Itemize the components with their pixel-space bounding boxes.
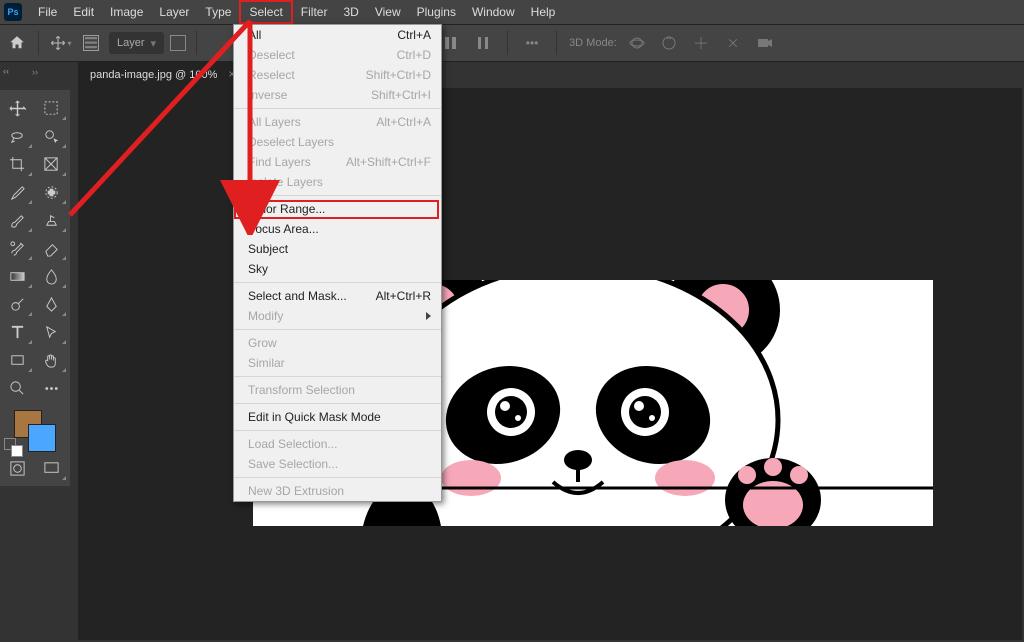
blur-tool[interactable] — [34, 262, 68, 290]
color-swatches[interactable] — [0, 408, 70, 454]
menuitem-subject[interactable]: Subject — [234, 239, 441, 259]
auto-select-icon[interactable] — [79, 31, 103, 55]
menu-image[interactable]: Image — [102, 0, 151, 24]
menu-view[interactable]: View — [367, 0, 409, 24]
dodge-tool[interactable] — [0, 290, 34, 318]
menu-help[interactable]: Help — [523, 0, 564, 24]
menuitem-sky[interactable]: Sky — [234, 259, 441, 279]
menu-edit[interactable]: Edit — [65, 0, 102, 24]
zoom-tool[interactable] — [0, 374, 34, 402]
menuitem-all-layers: All LayersAlt+Ctrl+A — [234, 112, 441, 132]
rect-marquee-tool[interactable] — [34, 94, 68, 122]
show-transform-checkbox[interactable] — [170, 35, 186, 51]
document-tab-title: panda-image.jpg @ 100% — [90, 69, 217, 81]
menu-3d[interactable]: 3D — [335, 0, 366, 24]
menuitem-focus-area[interactable]: Focus Area... — [234, 219, 441, 239]
3d-cam-icon[interactable] — [753, 31, 777, 55]
type-tool[interactable] — [0, 318, 34, 346]
menuitem-transform-selection: Transform Selection — [234, 380, 441, 400]
3d-pan-icon[interactable] — [689, 31, 713, 55]
history-brush-tool[interactable] — [0, 234, 34, 262]
home-icon[interactable] — [6, 32, 28, 54]
stage — [78, 88, 1022, 640]
document-tab-strip: panda-image.jpg @ 100% × — [78, 62, 241, 88]
toolbox — [0, 90, 70, 486]
menuitem-color-range[interactable]: Color Range... — [234, 199, 441, 219]
eraser-tool[interactable] — [34, 234, 68, 262]
menuitem-edit-in-quick-mask-mode[interactable]: Edit in Quick Mask Mode — [234, 407, 441, 427]
background-swatch[interactable] — [28, 424, 56, 452]
quick-select-tool[interactable] — [34, 122, 68, 150]
menuitem-isolate-layers: Isolate Layers — [234, 172, 441, 192]
align-icon-2[interactable] — [439, 31, 463, 55]
menuitem-inverse: InverseShift+Ctrl+I — [234, 85, 441, 105]
expand-handle[interactable]: ›› — [0, 66, 70, 78]
more-icon[interactable]: ••• — [520, 31, 544, 55]
edit-toolbar[interactable] — [34, 374, 68, 402]
app-logo: Ps — [4, 3, 22, 21]
mode-label: 3D Mode: — [569, 37, 617, 49]
menuitem-select-and-mask[interactable]: Select and Mask...Alt+Ctrl+R — [234, 286, 441, 306]
crop-tool[interactable] — [0, 150, 34, 178]
menuitem-similar: Similar — [234, 353, 441, 373]
menu-layer[interactable]: Layer — [151, 0, 197, 24]
pen-tool[interactable] — [34, 290, 68, 318]
menu-type[interactable]: Type — [197, 0, 239, 24]
menuitem-modify: Modify — [234, 306, 441, 326]
menu-select[interactable]: Select — [239, 0, 292, 24]
layer-select-pill[interactable]: Layer▾ — [109, 32, 164, 54]
menuitem-grow: Grow — [234, 333, 441, 353]
options-bar: ▾ Layer▾ ••• 3D Mode: — [0, 24, 1024, 62]
menuitem-deselect: DeselectCtrl+D — [234, 45, 441, 65]
menu-filter[interactable]: Filter — [293, 0, 336, 24]
menu-file[interactable]: File — [30, 0, 65, 24]
move-opt-icon[interactable]: ▾ — [49, 31, 73, 55]
spot-heal-tool[interactable] — [34, 178, 68, 206]
menuitem-all[interactable]: AllCtrl+A — [234, 25, 441, 45]
menubar: Ps FileEditImageLayerTypeSelectFilter3DV… — [0, 0, 1024, 24]
menuitem-reselect: ReselectShift+Ctrl+D — [234, 65, 441, 85]
menuitem-find-layers: Find LayersAlt+Shift+Ctrl+F — [234, 152, 441, 172]
move-tool[interactable] — [0, 94, 34, 122]
3d-orbit-icon[interactable] — [625, 31, 649, 55]
select-menu-dropdown: AllCtrl+ADeselectCtrl+DReselectShift+Ctr… — [233, 24, 442, 502]
lasso-tool[interactable] — [0, 122, 34, 150]
menuitem-deselect-layers: Deselect Layers — [234, 132, 441, 152]
clone-stamp-tool[interactable] — [34, 206, 68, 234]
menuitem-load-selection: Load Selection... — [234, 434, 441, 454]
3d-roll-icon[interactable] — [657, 31, 681, 55]
quick-mask-icon[interactable] — [0, 454, 34, 482]
path-select-tool[interactable] — [34, 318, 68, 346]
eyedropper-tool[interactable] — [0, 178, 34, 206]
screen-mode-icon[interactable] — [34, 454, 68, 482]
document-tab[interactable]: panda-image.jpg @ 100% × — [78, 62, 241, 88]
brush-tool[interactable] — [0, 206, 34, 234]
hand-tool[interactable] — [34, 346, 68, 374]
3d-slide-icon[interactable] — [721, 31, 745, 55]
rectangle-tool[interactable] — [0, 346, 34, 374]
gradient-tool[interactable] — [0, 262, 34, 290]
align-icon-3[interactable] — [471, 31, 495, 55]
menuitem-save-selection: Save Selection... — [234, 454, 441, 474]
menu-plugins[interactable]: Plugins — [409, 0, 464, 24]
menu-window[interactable]: Window — [464, 0, 523, 24]
menuitem-new-3d-extrusion: New 3D Extrusion — [234, 481, 441, 501]
frame-tool[interactable] — [34, 150, 68, 178]
